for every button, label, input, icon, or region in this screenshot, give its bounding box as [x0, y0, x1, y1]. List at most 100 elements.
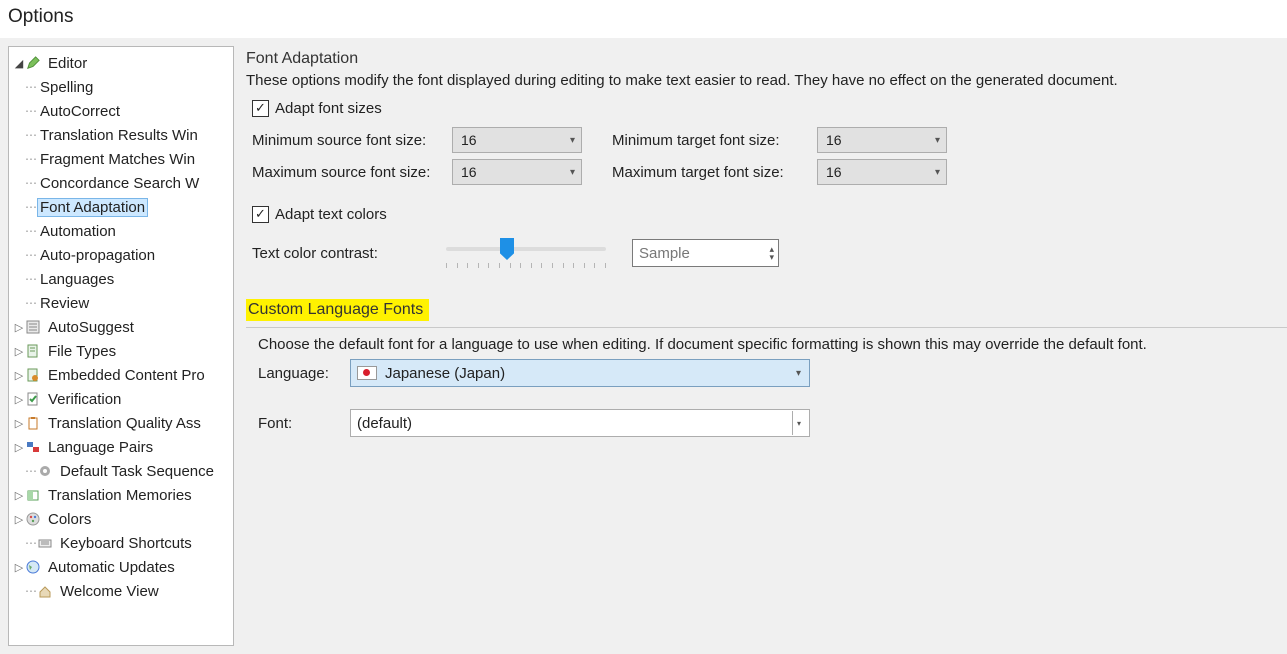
text-color-contrast-slider[interactable]: [446, 239, 606, 267]
chevron-down-icon: ▾: [935, 135, 940, 146]
max-target-label: Maximum target font size:: [612, 164, 817, 181]
tree-label: Fragment Matches Win: [37, 151, 198, 168]
combo-value: (default): [357, 415, 412, 432]
check-doc-icon: [25, 391, 41, 407]
tree-item-fragment-matches-win[interactable]: ⋯ Fragment Matches Win: [11, 147, 231, 171]
tree-item-welcome[interactable]: ⋯ Welcome View: [11, 579, 231, 603]
clipboard-icon: [25, 415, 41, 431]
pencil-icon: [25, 55, 41, 71]
font-adaptation-description: These options modify the font displayed …: [246, 72, 1287, 89]
tree-label: Automation: [37, 223, 119, 240]
gear-icon: [37, 463, 53, 479]
tree-item-file-types[interactable]: ▷ File Types: [11, 339, 231, 363]
combo-value: 16: [826, 132, 842, 148]
expander-closed-icon[interactable]: ▷: [13, 417, 25, 430]
tree-label: Spelling: [37, 79, 96, 96]
tree-item-concordance-search[interactable]: ⋯ Concordance Search W: [11, 171, 231, 195]
expander-closed-icon[interactable]: ▷: [13, 561, 25, 574]
sample-text: Sample: [639, 245, 690, 262]
home-icon: [37, 583, 53, 599]
chevron-down-icon: ▾: [570, 135, 575, 146]
tree-label: Language Pairs: [45, 439, 156, 456]
expander-closed-icon[interactable]: ▷: [13, 513, 25, 526]
adapt-font-sizes-checkbox[interactable]: ✓: [252, 100, 269, 117]
language-combo[interactable]: Japanese (Japan) ▾: [350, 359, 810, 387]
min-source-label: Minimum source font size:: [252, 132, 452, 149]
tree-item-spelling[interactable]: ⋯ Spelling: [11, 75, 231, 99]
font-combo[interactable]: (default) ▾: [350, 409, 810, 437]
expander-closed-icon[interactable]: ▷: [13, 441, 25, 454]
tm-icon: [25, 487, 41, 503]
tree-item-automation[interactable]: ⋯ Automation: [11, 219, 231, 243]
tree-label: Colors: [45, 511, 94, 528]
tree-item-updates[interactable]: ▷ Automatic Updates: [11, 555, 231, 579]
tree-label: Concordance Search W: [37, 175, 202, 192]
tree-label: Keyboard Shortcuts: [57, 535, 195, 552]
tree-item-verification[interactable]: ▷ Verification: [11, 387, 231, 411]
tree-label: Verification: [45, 391, 124, 408]
tree-item-editor[interactable]: ◢ Editor: [11, 51, 231, 75]
tree-item-default-task[interactable]: ⋯ Default Task Sequence: [11, 459, 231, 483]
tree-label: Editor: [45, 55, 90, 72]
tree-item-embedded-content[interactable]: ▷ Embedded Content Pro: [11, 363, 231, 387]
custom-language-fonts-description: Choose the default font for a language t…: [258, 336, 1287, 353]
expander-open-icon[interactable]: ◢: [13, 57, 25, 70]
tree-item-translation-memories[interactable]: ▷ Translation Memories: [11, 483, 231, 507]
text-color-contrast-label: Text color contrast:: [252, 245, 420, 262]
max-source-label: Maximum source font size:: [252, 164, 452, 181]
tree-label: Translation Quality Ass: [45, 415, 204, 432]
expander-closed-icon[interactable]: ▷: [13, 345, 25, 358]
font-adaptation-heading: Font Adaptation: [246, 50, 1287, 68]
tree-label: Embedded Content Pro: [45, 367, 208, 384]
tree-label: Font Adaptation: [37, 198, 148, 217]
language-label: Language:: [258, 365, 350, 382]
tree-label: Auto-propagation: [37, 247, 158, 264]
tree-label: AutoCorrect: [37, 103, 123, 120]
max-target-combo[interactable]: 16 ▾: [817, 159, 947, 185]
combo-value: 16: [826, 164, 842, 180]
tree-label: AutoSuggest: [45, 319, 137, 336]
options-tree: ◢ Editor ⋯ Spelling ⋯ AutoCorrect ⋯ Tran…: [8, 46, 234, 646]
tree-label: Default Task Sequence: [57, 463, 217, 480]
tree-item-autocorrect[interactable]: ⋯ AutoCorrect: [11, 99, 231, 123]
chevron-down-icon: ▾: [570, 167, 575, 178]
expander-closed-icon[interactable]: ▷: [13, 321, 25, 334]
tree-item-languages[interactable]: ⋯ Languages: [11, 267, 231, 291]
chevron-down-icon: ▾: [792, 368, 805, 379]
custom-language-fonts-heading: Custom Language Fonts: [246, 299, 429, 321]
adapt-font-sizes-label: Adapt font sizes: [275, 100, 382, 117]
sample-preview[interactable]: Sample ▴▾: [632, 239, 779, 267]
combo-value: Japanese (Japan): [385, 365, 784, 382]
min-source-combo[interactable]: 16 ▾: [452, 127, 582, 153]
keyboard-icon: [37, 535, 53, 551]
adapt-text-colors-checkbox[interactable]: ✓: [252, 206, 269, 223]
combo-value: 16: [461, 132, 477, 148]
tree-item-keyboard[interactable]: ⋯ Keyboard Shortcuts: [11, 531, 231, 555]
tree-label: Translation Memories: [45, 487, 195, 504]
min-target-label: Minimum target font size:: [612, 132, 817, 149]
tree-item-autosuggest[interactable]: ▷ AutoSuggest: [11, 315, 231, 339]
slider-thumb-icon[interactable]: [500, 238, 514, 260]
file-gear-icon: [25, 367, 41, 383]
font-label: Font:: [258, 415, 350, 432]
expander-closed-icon[interactable]: ▷: [13, 369, 25, 382]
tree-label: Review: [37, 295, 92, 312]
tree-label: File Types: [45, 343, 119, 360]
tree-item-colors[interactable]: ▷ Colors: [11, 507, 231, 531]
tree-item-translation-results-win[interactable]: ⋯ Translation Results Win: [11, 123, 231, 147]
spinner-icon[interactable]: ▴▾: [769, 245, 774, 261]
settings-content: Font Adaptation These options modify the…: [246, 46, 1287, 646]
expander-closed-icon[interactable]: ▷: [13, 393, 25, 406]
tree-label: Languages: [37, 271, 117, 288]
tree-item-language-pairs[interactable]: ▷ Language Pairs: [11, 435, 231, 459]
tree-item-tqa[interactable]: ▷ Translation Quality Ass: [11, 411, 231, 435]
max-source-combo[interactable]: 16 ▾: [452, 159, 582, 185]
tree-item-auto-propagation[interactable]: ⋯ Auto-propagation: [11, 243, 231, 267]
min-target-combo[interactable]: 16 ▾: [817, 127, 947, 153]
tree-item-font-adaptation[interactable]: ⋯ Font Adaptation: [11, 195, 231, 219]
tree-item-review[interactable]: ⋯ Review: [11, 291, 231, 315]
expander-closed-icon[interactable]: ▷: [13, 489, 25, 502]
flags-icon: [25, 439, 41, 455]
chevron-down-icon: ▾: [792, 411, 805, 435]
combo-value: 16: [461, 164, 477, 180]
